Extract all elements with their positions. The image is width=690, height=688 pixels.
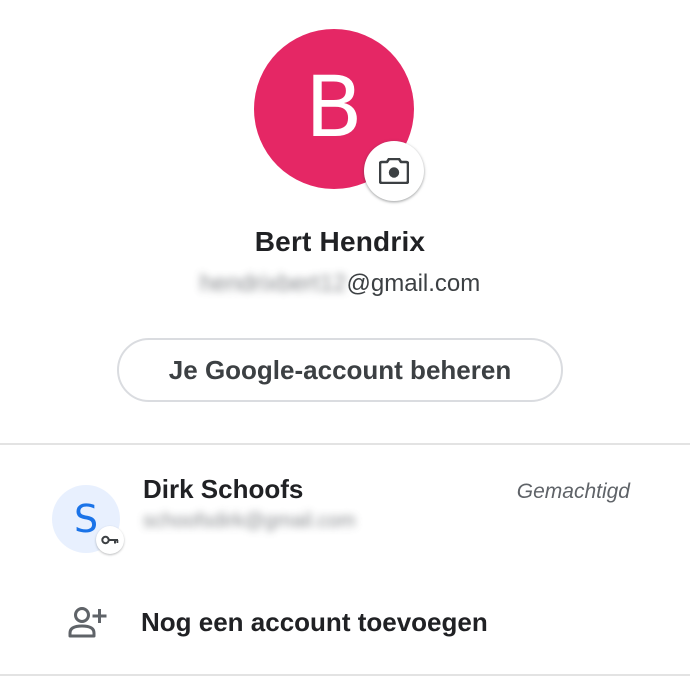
divider: [0, 674, 690, 676]
account-status-label: Gemachtigd: [516, 480, 630, 503]
primary-account-email: hendrixbert12@gmail.com: [0, 270, 680, 298]
secondary-account-email: schoofsdirk@gmail.com: [143, 510, 356, 532]
person-add-icon: [68, 607, 107, 638]
primary-avatar-initial: B: [305, 58, 363, 156]
primary-account-name: Bert Hendrix: [254, 226, 426, 257]
primary-email-blurred: hendrixbert12: [199, 270, 347, 297]
primary-email-domain: @gmail.com: [346, 270, 481, 297]
camera-icon: [379, 158, 409, 184]
manage-google-account-button[interactable]: Je Google-account beheren: [117, 338, 563, 402]
change-photo-button[interactable]: [364, 141, 424, 201]
key-icon: [101, 535, 119, 545]
delegated-badge: [96, 526, 124, 554]
add-account-label: Nog een account toevoegen: [141, 607, 488, 637]
add-account-button[interactable]: Nog een account toevoegen: [0, 586, 690, 662]
divider: [0, 443, 690, 445]
secondary-avatar-initial: S: [73, 497, 99, 541]
secondary-account-name: Dirk Schoofs: [143, 474, 304, 504]
secondary-account-row[interactable]: S Dirk Schoofs schoofsdirk@gmail.com Gem…: [0, 446, 690, 586]
